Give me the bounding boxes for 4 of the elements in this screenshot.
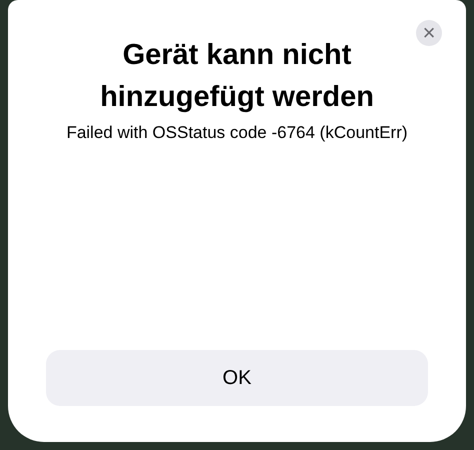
error-message: Failed with OSStatus code -6764 (kCountErr)	[66, 122, 408, 144]
ok-button[interactable]: OK	[46, 350, 428, 406]
dialog-title: Gerät kann nicht hinzugefügt werden	[99, 38, 375, 115]
close-button[interactable]: ×	[416, 20, 442, 46]
